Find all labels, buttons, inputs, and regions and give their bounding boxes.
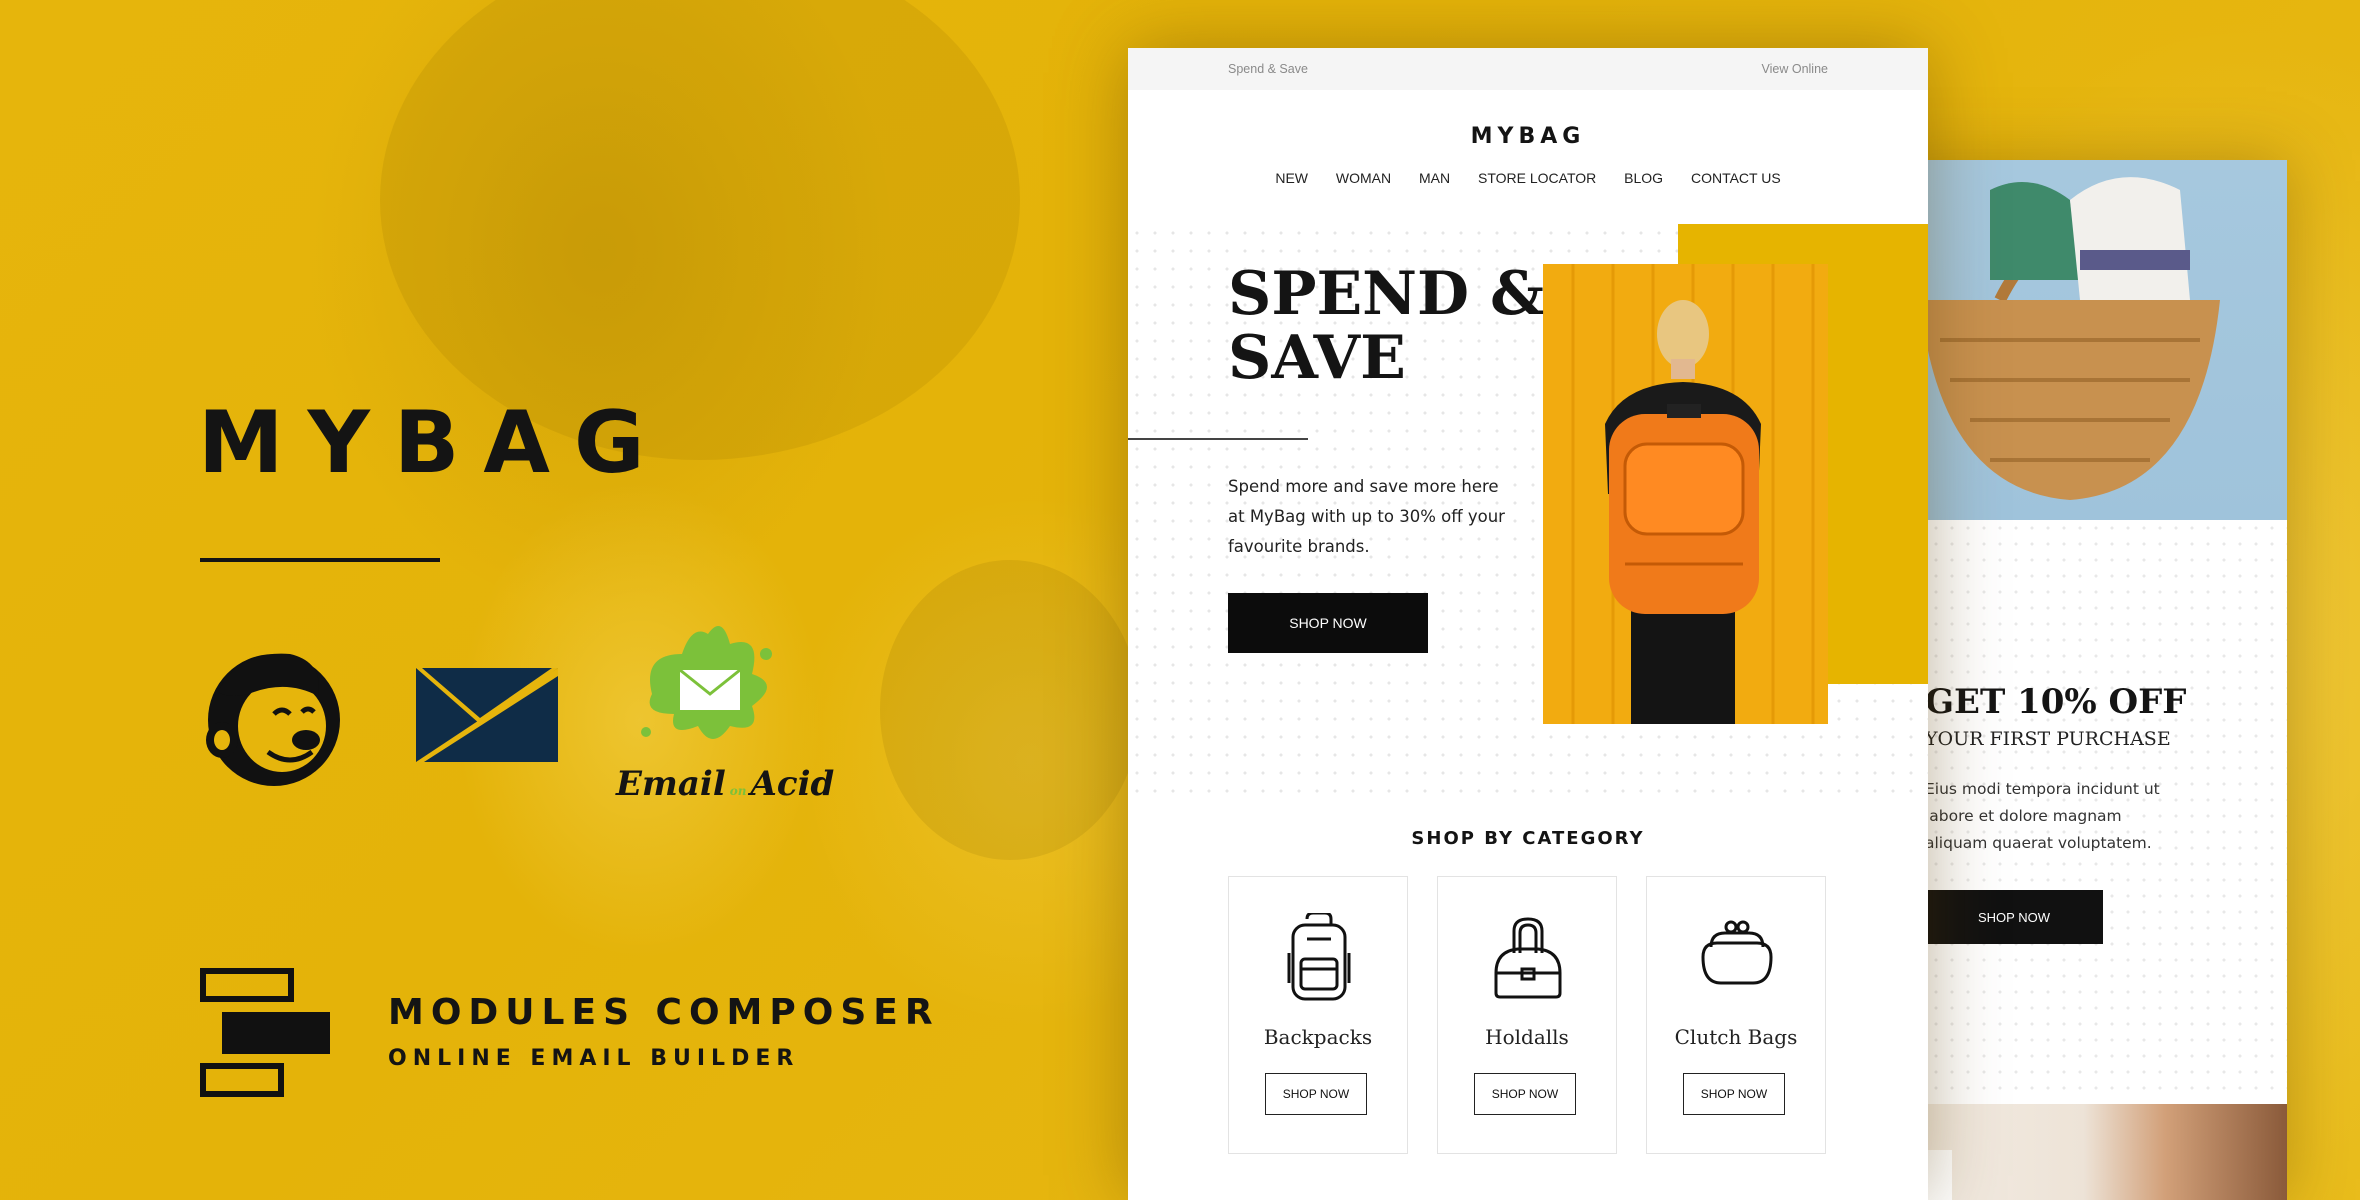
hero-divider	[1128, 438, 1308, 440]
modules-icon	[200, 968, 330, 1097]
composer-title: MODULES COMPOSER	[388, 992, 940, 1033]
backpack-person-image	[1543, 264, 1828, 724]
logo-text-on: on	[729, 784, 747, 798]
backpack-icon	[1287, 913, 1351, 1001]
category-card-holdalls: Holdalls SHOP NOW	[1437, 876, 1617, 1154]
offer-shop-now-button[interactable]: SHOP NOW	[1925, 890, 2103, 944]
category-name-clutch-bags: Clutch Bags	[1674, 1025, 1798, 1049]
clutch-bags-shop-now-button[interactable]: SHOP NOW	[1683, 1073, 1785, 1115]
view-online-link[interactable]: View Online	[1762, 62, 1828, 76]
basket-photo	[1880, 160, 2287, 520]
nav-item-new[interactable]: NEW	[1275, 170, 1308, 186]
mailchimp-icon	[206, 653, 340, 786]
nav-item-blog[interactable]: BLOG	[1624, 170, 1663, 186]
offer-title: GET 10% OFF	[1925, 682, 2187, 722]
brand-title: MYBAG	[198, 393, 669, 493]
hero-title-line-1: SPEND &	[1228, 259, 1545, 329]
modules-composer-logo	[200, 968, 332, 1098]
campaign-monitor-logo	[414, 664, 560, 764]
category-card-backpacks: Backpacks SHOP NOW	[1228, 876, 1408, 1154]
envelope-icon	[416, 668, 558, 762]
backpacks-shop-now-button[interactable]: SHOP NOW	[1265, 1073, 1367, 1115]
basket-image	[1920, 177, 2220, 500]
preheader-text: Spend & Save	[1228, 62, 1308, 76]
email-logo: MYBAG	[1470, 124, 1586, 149]
hero-title-line-2: SAVE	[1228, 323, 1406, 393]
preheader-bar: Spend & Save View Online	[1128, 48, 1928, 90]
logo-text-acid: Acid	[750, 764, 835, 804]
category-name-holdalls: Holdalls	[1485, 1025, 1569, 1049]
mailchimp-logo	[198, 640, 348, 790]
nav-item-store-locator[interactable]: STORE LOCATOR	[1478, 170, 1596, 186]
hero-title: SPEND & SAVE	[1228, 262, 1544, 390]
nav-item-man[interactable]: MAN	[1419, 170, 1450, 186]
background-shape	[380, 0, 1020, 460]
holdall-icon	[1494, 917, 1562, 999]
holdalls-shop-now-button[interactable]: SHOP NOW	[1474, 1073, 1576, 1115]
banner-canvas: MYBAG Email on Acid MODULES COMPOSER ONL…	[0, 0, 2360, 1200]
hero-text: Spend more and save more here at MyBag w…	[1228, 477, 1505, 556]
offer-text: Eius modi tempora incidunt ut labore et …	[1925, 780, 2160, 852]
email-preview-back: GET 10% OFF YOUR FIRST PURCHASE Eius mod…	[1880, 160, 2287, 1200]
email-nav: NEW WOMAN MAN STORE LOCATOR BLOG CONTACT…	[1128, 170, 1928, 186]
email-preview-front: Spend & Save View Online MYBAG NEW WOMAN…	[1128, 48, 1928, 1200]
background-shape	[880, 560, 1140, 860]
hero-photo	[1543, 264, 1828, 724]
hero-shop-now-button[interactable]: SHOP NOW	[1228, 593, 1428, 653]
clutch-bag-icon	[1701, 920, 1773, 985]
nav-item-woman[interactable]: WOMAN	[1336, 170, 1391, 186]
brand-divider	[200, 558, 440, 562]
acid-splash-icon	[641, 626, 772, 739]
nav-item-contact-us[interactable]: CONTACT US	[1691, 170, 1781, 186]
category-card-clutch-bags: Clutch Bags SHOP NOW	[1646, 876, 1826, 1154]
composer-subtitle: ONLINE EMAIL BUILDER	[388, 1046, 800, 1071]
category-heading: SHOP BY CATEGORY	[1411, 828, 1645, 849]
offer-subtitle: YOUR FIRST PURCHASE	[1925, 728, 2171, 750]
email-on-acid-logo: Email on Acid	[612, 614, 834, 824]
logo-text-email: Email	[616, 764, 726, 804]
category-name-backpacks: Backpacks	[1263, 1025, 1373, 1049]
